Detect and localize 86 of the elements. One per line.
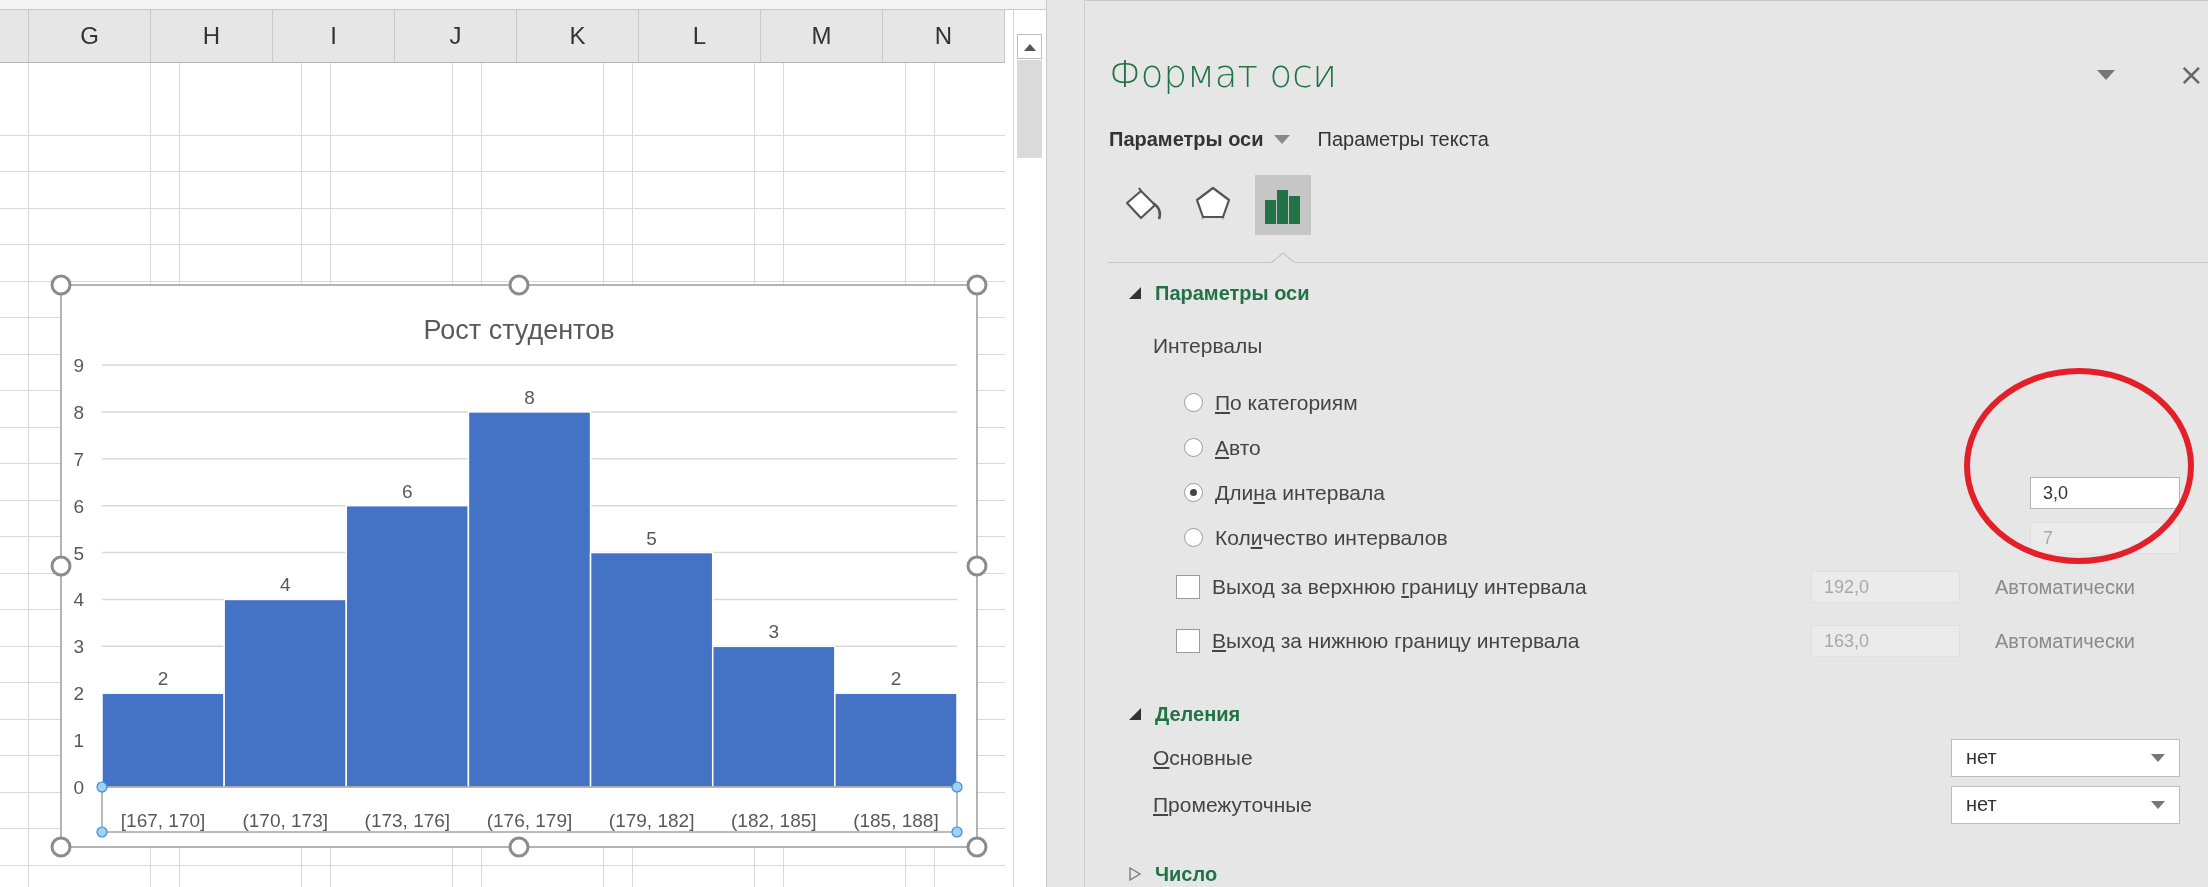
column-header[interactable]: I	[273, 10, 395, 62]
section-header[interactable]: Число	[1128, 854, 1218, 887]
chart-title: Рост студентов	[423, 315, 615, 345]
auto-label: Автоматически	[1995, 575, 2136, 599]
category-label: (176, 179]	[486, 810, 573, 831]
category-label: (173, 176]	[364, 810, 451, 831]
caret-icon	[2151, 753, 2165, 762]
collapse-triangle-icon	[1128, 286, 1142, 300]
resize-handle[interactable]	[50, 555, 72, 577]
column-header[interactable]: N	[883, 10, 1005, 62]
data-label: 8	[524, 386, 535, 408]
column-header[interactable]: J	[395, 10, 517, 62]
section-header[interactable]: Деления	[1128, 694, 1241, 734]
group-label: Интервалы	[1153, 333, 1264, 359]
y-axis-label: 9	[73, 355, 84, 376]
category-label: (179, 182]	[608, 810, 695, 831]
y-axis-label: 8	[73, 401, 84, 423]
y-axis-label: 0	[73, 777, 84, 798]
bar[interactable]	[345, 504, 470, 788]
radio-label[interactable]: Длина интервала	[1215, 480, 2030, 505]
tab[interactable]: Параметры текста	[1317, 127, 1489, 151]
axis-selection-frame[interactable]	[96, 781, 963, 838]
checkbox[interactable]	[1176, 629, 1200, 653]
column-header[interactable]: K	[517, 10, 639, 62]
data-label: 2	[157, 668, 169, 690]
bar[interactable]	[101, 692, 225, 788]
radio-button[interactable]	[1184, 483, 1203, 502]
radio-button[interactable]	[1184, 393, 1203, 412]
resize-handle[interactable]	[508, 274, 530, 296]
y-axis-label: 5	[73, 542, 84, 564]
expand-triangle-icon	[1128, 867, 1142, 881]
data-label: 3	[768, 621, 780, 643]
axis-options-tab[interactable]	[1255, 175, 1311, 235]
field-label: Промежуточные	[1153, 792, 1314, 817]
resize-handle[interactable]	[966, 836, 988, 858]
tab[interactable]: Параметры оси	[1109, 127, 1290, 151]
category-label: (182, 185]	[731, 810, 817, 831]
section-header[interactable]: Параметры оси	[1128, 273, 1310, 313]
resize-handle[interactable]	[508, 836, 530, 858]
y-axis-label: 6	[73, 495, 84, 517]
column-header[interactable]: M	[761, 10, 883, 62]
close-button[interactable]: ×	[2176, 60, 2206, 90]
panel-title: Формат оси	[1109, 52, 1337, 98]
data-label: 5	[646, 527, 657, 549]
category-label: (170, 173]	[242, 810, 328, 831]
radio-label[interactable]: По категориям	[1215, 390, 2180, 415]
input-field[interactable]: 3,0	[2030, 476, 2180, 509]
resize-handle[interactable]	[966, 555, 988, 577]
radio-label[interactable]: Количество интервалов	[1215, 525, 2030, 550]
column-header[interactable]: L	[639, 10, 761, 62]
radio-button[interactable]	[1184, 528, 1203, 547]
y-axis-label: 3	[73, 636, 84, 658]
bar[interactable]	[834, 692, 958, 788]
resize-handle[interactable]	[966, 274, 988, 296]
bar[interactable]	[589, 551, 714, 788]
resize-handle[interactable]	[50, 836, 72, 858]
category-label: (185, 188]	[853, 810, 939, 831]
up-arrow-icon	[1023, 42, 1036, 51]
auto-label: Автоматически	[1995, 629, 2136, 653]
dropdown[interactable]: нет	[1951, 785, 2180, 824]
scroll-up-button[interactable]	[1017, 34, 1042, 59]
data-label: 2	[890, 668, 902, 690]
y-axis-label: 2	[73, 683, 84, 705]
bar[interactable]	[467, 411, 592, 788]
data-label: 6	[402, 480, 413, 502]
scrollbar-thumb[interactable]	[1017, 60, 1042, 158]
radio-label[interactable]: Авто	[1215, 435, 2180, 460]
y-axis-label: 7	[73, 448, 84, 470]
collapse-triangle-icon	[1128, 707, 1142, 721]
caret-icon	[2151, 800, 2165, 809]
bar[interactable]	[711, 645, 836, 788]
category-label: [167, 170]	[120, 810, 206, 831]
radio-button[interactable]	[1184, 438, 1203, 457]
data-label: 4	[279, 574, 291, 596]
bar[interactable]	[223, 598, 348, 788]
field-label: Основные	[1153, 745, 1254, 770]
column-header[interactable]: H	[151, 10, 273, 62]
caret-icon	[2096, 70, 2115, 80]
checkbox-label[interactable]: Выход за верхнюю границу интервала	[1212, 575, 1811, 599]
y-axis-label: 4	[73, 589, 84, 611]
resize-handle[interactable]	[50, 274, 72, 296]
column-header[interactable]: G	[29, 10, 151, 62]
checkbox[interactable]	[1176, 575, 1200, 599]
checkbox-label[interactable]: Выход за нижнюю границу интервала	[1212, 629, 1811, 653]
dropdown[interactable]: нет	[1951, 738, 2180, 777]
y-axis-label: 1	[73, 730, 84, 752]
